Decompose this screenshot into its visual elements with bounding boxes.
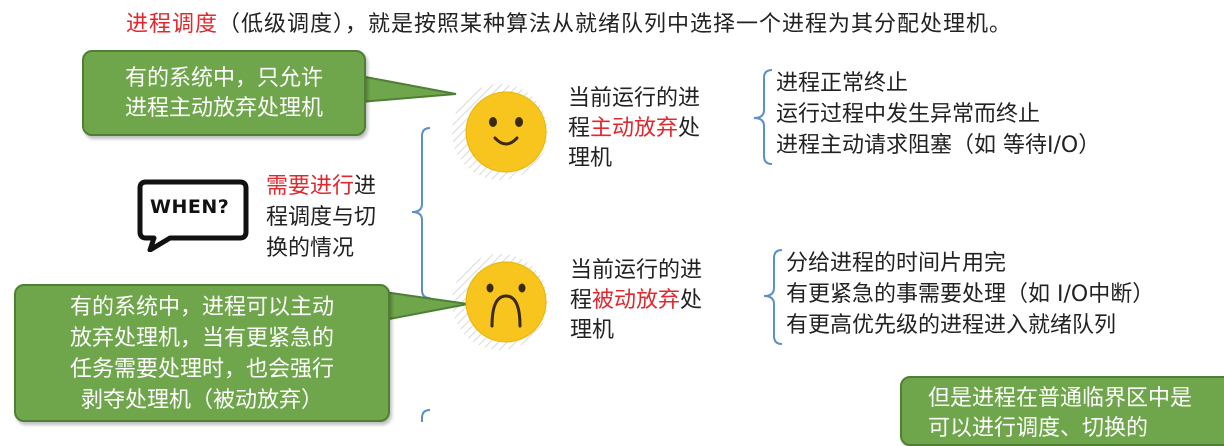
branch-text: 理机	[568, 146, 613, 171]
branch-text: 处	[680, 288, 703, 313]
main-bracket	[411, 127, 431, 299]
page-title: 进程调度（低级调度），就是按照某种算法从就绪队列中选择一个进程为其分配处理机。	[126, 6, 1012, 38]
passive-list-bracket	[763, 249, 783, 345]
branch-text: 理机	[570, 318, 615, 343]
list-item: 进程正常终止	[776, 71, 909, 96]
callout-line: 进程主动放弃处理机	[124, 96, 323, 121]
callout-line: 剥夺处理机（被动放弃）	[80, 388, 323, 413]
active-reasons-list: 进程正常终止 运行过程中发生异常而终止 进程主动请求阻塞（如 等待I/O）	[776, 68, 1100, 161]
title-rest: （低级调度），就是按照某种算法从就绪队列中选择一个进程为其分配处理机。	[218, 12, 1013, 37]
active-list-bracket	[753, 69, 773, 165]
callout-critical-section: 但是进程在普通临界区中是 可以进行调度、切换的	[900, 376, 1224, 446]
list-item: 进程主动请求阻塞（如 等待I/O）	[776, 133, 1101, 158]
when-text: 进	[354, 174, 377, 199]
callout-line: 可以进行调度、切换的	[928, 416, 1149, 441]
sad-face-icon	[465, 261, 547, 343]
passive-branch-label: 当前运行的进 程被动放弃处 理机	[570, 256, 702, 346]
when-red: 需要进行	[266, 174, 355, 199]
passive-reasons-list: 分给进程的时间片用完 有更紧急的事需要处理（如 I/O中断） 有更高优先级的进程…	[786, 248, 1154, 341]
branch-text: 程	[570, 288, 593, 313]
when-badge-label: WHEN?	[150, 196, 230, 218]
smiley-face-icon	[465, 91, 547, 173]
branch-text: 当前运行的进	[568, 86, 701, 111]
branch-text: 处	[678, 116, 701, 141]
active-branch-label: 当前运行的进 程主动放弃处 理机	[568, 84, 700, 174]
title-term: 进程调度	[126, 12, 219, 37]
callout-line: 但是进程在普通临界区中是	[928, 386, 1193, 411]
when-description: 需要进行进 程调度与切 换的情况	[266, 171, 376, 264]
callout-line: 放弃处理机，当有更紧急的	[69, 326, 334, 351]
callout-preemptive: 有的系统中，进程可以主动 放弃处理机，当有更紧急的 任务需要处理时，也会强行 剥…	[14, 284, 390, 422]
when-text: 换的情况	[266, 236, 355, 261]
list-item: 有更高优先级的进程进入就绪队列	[786, 313, 1117, 338]
lower-bracket	[421, 409, 431, 422]
when-text: 程调度与切	[266, 205, 377, 230]
callout-line: 有的系统中，只允许	[124, 66, 323, 91]
branch-text: 程	[568, 116, 591, 141]
callout-line: 有的系统中，进程可以主动	[69, 295, 334, 320]
branch-red: 被动放弃	[592, 288, 681, 313]
branch-text: 当前运行的进	[570, 258, 703, 283]
list-item: 分给进程的时间片用完	[786, 251, 1007, 276]
callout-pointer	[360, 74, 457, 104]
list-item: 有更紧急的事需要处理（如 I/O中断）	[786, 282, 1155, 307]
callout-active-only: 有的系统中，只允许 进程主动放弃处理机	[82, 50, 366, 136]
branch-red: 主动放弃	[590, 116, 679, 141]
list-item: 运行过程中发生异常而终止	[776, 102, 1041, 127]
callout-line: 任务需要处理时，也会强行	[69, 357, 334, 382]
